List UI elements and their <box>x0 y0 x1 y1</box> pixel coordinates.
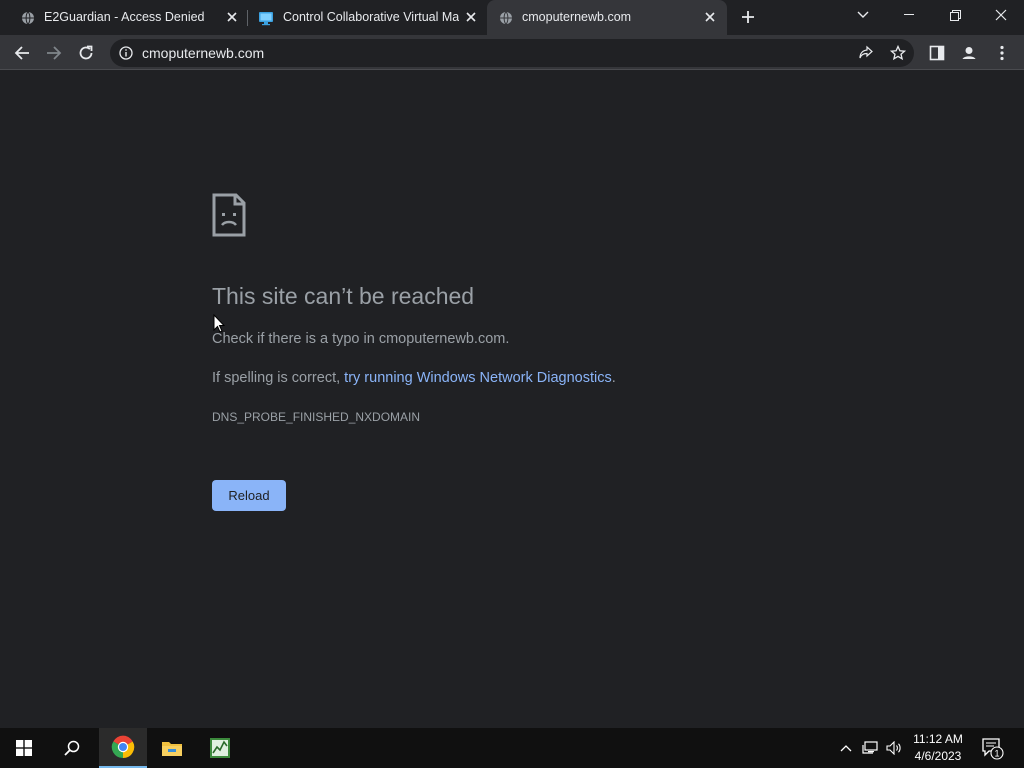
page-content: This site can’t be reached Check if ther… <box>0 71 1024 728</box>
monitor-icon <box>258 10 274 26</box>
error-typo-hint: Check if there is a typo in cmoputernewb… <box>212 331 510 347</box>
new-tab-button[interactable] <box>738 7 758 27</box>
url-text[interactable]: cmoputernewb.com <box>142 45 264 61</box>
globe-icon <box>498 10 514 26</box>
chrome-icon[interactable] <box>99 728 147 768</box>
tab-e2guardian[interactable]: E2Guardian - Access Denied <box>0 0 247 35</box>
tab-title: Control Collaborative Virtual Mac <box>283 10 459 24</box>
search-icon[interactable] <box>48 728 96 768</box>
start-icon[interactable] <box>0 728 48 768</box>
task-manager-icon[interactable] <box>196 728 244 768</box>
clock-date: 4/6/2023 <box>914 749 962 763</box>
back-button[interactable] <box>9 40 35 66</box>
network-icon[interactable] <box>862 740 878 756</box>
info-icon[interactable] <box>119 46 133 60</box>
tab-control-collaborative[interactable]: Control Collaborative Virtual Mac <box>248 0 486 35</box>
globe-icon <box>20 10 36 26</box>
forward-button[interactable] <box>41 40 67 66</box>
restore-button[interactable] <box>932 0 978 30</box>
close-icon[interactable] <box>224 9 240 25</box>
sad-page-icon <box>212 193 246 237</box>
more-menu-icon[interactable] <box>989 40 1015 66</box>
tab-title: cmoputernewb.com <box>522 10 632 24</box>
browser-toolbar: cmoputernewb.com <box>0 35 1024 70</box>
bookmark-star-icon[interactable] <box>890 45 906 61</box>
tab-search-button[interactable] <box>840 0 886 30</box>
file-explorer-icon[interactable] <box>148 728 196 768</box>
diagnostics-prefix: If spelling is correct, <box>212 370 345 386</box>
error-code: DNS_PROBE_FINISHED_NXDOMAIN <box>212 410 421 424</box>
system-clock[interactable]: 11:12 AM 4/6/2023 <box>904 731 972 765</box>
volume-icon[interactable] <box>886 740 902 756</box>
close-icon[interactable] <box>463 9 479 25</box>
share-icon[interactable] <box>858 45 874 61</box>
address-bar[interactable]: cmoputernewb.com <box>110 39 914 67</box>
diagnostics-suffix: . <box>611 370 616 386</box>
error-title: This site can’t be reached <box>212 283 475 309</box>
windows-taskbar: 11:12 AM 4/6/2023 1 <box>0 728 1024 768</box>
close-window-button[interactable] <box>978 0 1024 30</box>
notification-center-icon[interactable]: 1 <box>980 736 1004 760</box>
minimize-button[interactable] <box>886 0 932 30</box>
tab-strip: E2Guardian - Access Denied Control Colla… <box>0 0 1024 35</box>
mouse-cursor-icon <box>213 314 225 333</box>
network-diagnostics-link[interactable]: try running Windows Network Diagnostics <box>344 370 612 386</box>
tab-title: E2Guardian - Access Denied <box>44 10 204 24</box>
show-hidden-icons-icon[interactable] <box>838 740 854 756</box>
tab-cmoputernewb[interactable]: cmoputernewb.com <box>487 0 727 35</box>
profile-avatar-icon[interactable] <box>956 40 982 66</box>
reload-icon[interactable] <box>73 40 99 66</box>
reload-button[interactable]: Reload <box>212 480 286 511</box>
close-icon[interactable] <box>702 9 718 25</box>
side-panel-icon[interactable] <box>924 40 950 66</box>
error-diagnostics-hint: If spelling is correct, try running Wind… <box>212 370 616 386</box>
clock-time: 11:12 AM <box>913 732 963 746</box>
notification-count: 1 <box>994 749 999 759</box>
